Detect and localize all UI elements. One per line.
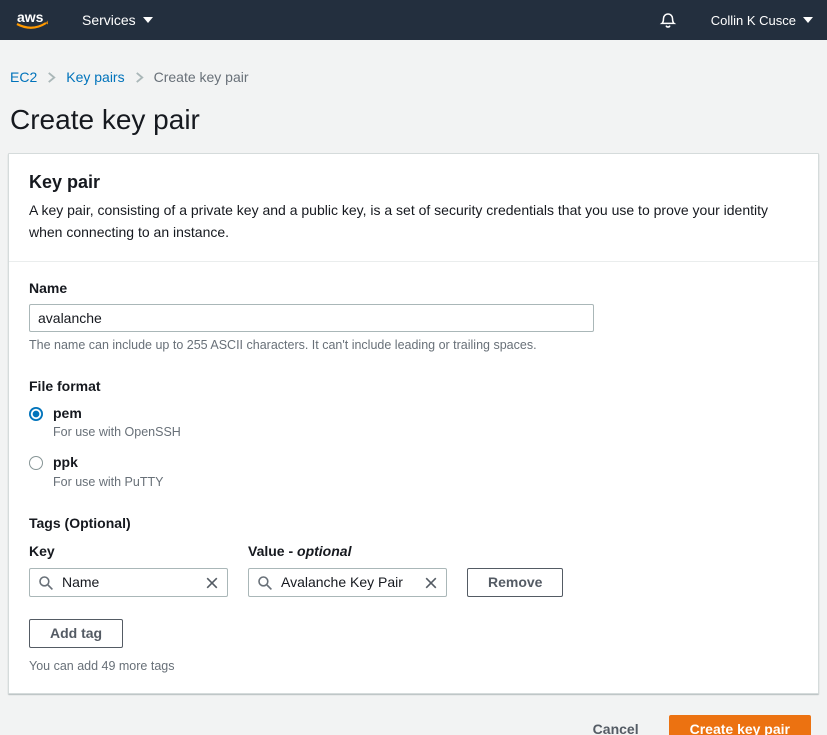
top-navigation-bar: aws Services Collin K Cusce (0, 0, 827, 40)
tag-key-column: Key (29, 543, 228, 597)
page-title: Create key pair (10, 104, 827, 136)
name-input[interactable] (29, 304, 594, 332)
tags-label: Tags (Optional) (29, 515, 798, 531)
services-label: Services (82, 12, 136, 28)
tags-remaining-text: You can add 49 more tags (29, 659, 798, 673)
clear-icon[interactable] (204, 575, 220, 591)
chevron-down-icon (143, 17, 153, 23)
breadcrumb-current: Create key pair (154, 69, 249, 85)
radio-option-pem[interactable]: pem For use with OpenSSH (29, 405, 798, 439)
tag-key-label: Key (29, 543, 228, 559)
services-menu[interactable]: Services (82, 12, 153, 28)
svg-text:aws: aws (17, 9, 44, 25)
tag-key-input[interactable] (30, 569, 227, 596)
card-body: Name The name can include up to 255 ASCI… (9, 262, 818, 692)
tag-row: Key Value - optional (29, 543, 798, 597)
card-description: A key pair, consisting of a private key … (29, 200, 798, 243)
card-header: Key pair A key pair, consisting of a pri… (9, 154, 818, 262)
tag-value-column: Value - optional (248, 543, 447, 597)
file-format-group: File format pem For use with OpenSSH ppk… (29, 378, 798, 488)
breadcrumb-separator-icon (134, 71, 145, 84)
remove-tag-button[interactable]: Remove (467, 568, 563, 597)
breadcrumb-separator-icon (46, 71, 57, 84)
card-heading: Key pair (29, 172, 798, 193)
create-key-pair-button[interactable]: Create key pair (669, 715, 811, 735)
radio-ppk-label: ppk (53, 454, 78, 470)
tag-value-label: Value - optional (248, 543, 447, 559)
tag-value-input[interactable] (249, 569, 446, 596)
aws-logo-icon: aws (14, 8, 50, 32)
cancel-button[interactable]: Cancel (593, 721, 639, 735)
tag-value-label-optional: optional (297, 543, 351, 559)
add-tag-button[interactable]: Add tag (29, 619, 123, 648)
radio-unselected-icon[interactable] (29, 456, 43, 470)
radio-pem-label: pem (53, 405, 82, 421)
name-helper-text: The name can include up to 255 ASCII cha… (29, 338, 798, 352)
search-icon (257, 575, 273, 591)
breadcrumb: EC2 Key pairs Create key pair (10, 69, 827, 85)
name-field-group: Name The name can include up to 255 ASCI… (29, 280, 798, 352)
name-label: Name (29, 280, 67, 296)
aws-logo[interactable]: aws (14, 8, 50, 32)
radio-ppk-description: For use with PuTTY (53, 475, 163, 489)
search-icon (38, 575, 54, 591)
chevron-down-icon (803, 17, 813, 23)
breadcrumb-key-pairs[interactable]: Key pairs (66, 69, 124, 85)
radio-selected-icon[interactable] (29, 407, 43, 421)
bell-icon (659, 10, 677, 30)
radio-pem-description: For use with OpenSSH (53, 425, 181, 439)
user-menu[interactable]: Collin K Cusce (711, 13, 813, 28)
tag-value-label-prefix: Value - (248, 543, 297, 559)
notifications-button[interactable] (659, 10, 677, 30)
tag-key-input-wrapper (29, 568, 228, 597)
clear-icon[interactable] (423, 575, 439, 591)
tags-group: Tags (Optional) Key (29, 515, 798, 673)
footer-actions: Cancel Create key pair (0, 715, 811, 735)
radio-option-ppk[interactable]: ppk For use with PuTTY (29, 454, 798, 488)
user-name: Collin K Cusce (711, 13, 796, 28)
tag-value-input-wrapper (248, 568, 447, 597)
file-format-label: File format (29, 378, 798, 394)
breadcrumb-ec2[interactable]: EC2 (10, 69, 37, 85)
key-pair-card: Key pair A key pair, consisting of a pri… (8, 153, 819, 694)
